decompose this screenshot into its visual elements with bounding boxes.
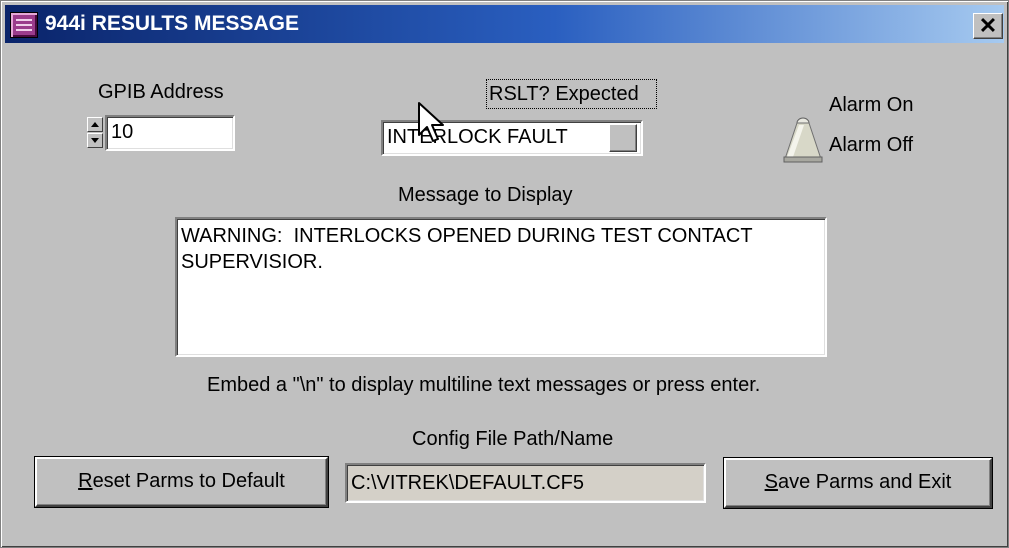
save-parms-exit-button[interactable]: Save Parms and Exit bbox=[724, 458, 992, 508]
save-label: ave Parms and Exit bbox=[777, 471, 952, 493]
multiline-hint: Embed a "\n" to display multiline text m… bbox=[207, 374, 761, 396]
rslt-expected-value: INTERLOCK FAULT bbox=[387, 126, 568, 148]
rslt-expected-label: RSLT? Expected bbox=[489, 83, 639, 105]
message-textarea[interactable]: WARNING: INTERLOCKS OPENED DURING TEST C… bbox=[175, 217, 827, 357]
message-text: WARNING: INTERLOCKS OPENED DURING TEST C… bbox=[181, 225, 758, 273]
alarm-off-label[interactable]: Alarm Off bbox=[829, 133, 913, 157]
dropdown-button[interactable] bbox=[609, 124, 637, 152]
message-label: Message to Display bbox=[398, 184, 573, 206]
app-icon bbox=[10, 12, 38, 38]
title-bar[interactable]: 944i RESULTS MESSAGE ✕ bbox=[5, 5, 1004, 43]
results-message-window: 944i RESULTS MESSAGE ✕ GPIB Address 10 R… bbox=[0, 0, 1009, 548]
config-path-value: C:\VITREK\DEFAULT.CF5 bbox=[351, 472, 585, 494]
close-button[interactable]: ✕ bbox=[973, 13, 1003, 39]
mouse-pointer-icon bbox=[418, 102, 444, 142]
reset-parms-button[interactable]: Reset Parms to Default bbox=[35, 457, 328, 507]
config-path-field[interactable]: C:\VITREK\DEFAULT.CF5 bbox=[345, 463, 706, 503]
alarm-on-label[interactable]: Alarm On bbox=[829, 93, 913, 117]
gpib-address-value: 10 bbox=[111, 121, 134, 143]
config-path-label: Config File Path/Name bbox=[412, 428, 614, 450]
close-icon: ✕ bbox=[978, 13, 998, 38]
spin-down-arrow-icon[interactable] bbox=[87, 133, 103, 148]
window-title: 944i RESULTS MESSAGE bbox=[45, 12, 300, 35]
gpib-address-spinner[interactable] bbox=[87, 117, 103, 149]
alarm-toggle-switch-icon[interactable] bbox=[781, 109, 825, 165]
spin-up-arrow-icon[interactable] bbox=[87, 117, 103, 132]
gpib-address-input[interactable]: 10 bbox=[105, 115, 235, 151]
reset-hotkey: R bbox=[78, 470, 93, 492]
save-hotkey: S bbox=[764, 471, 778, 493]
reset-label: eset Parms to Default bbox=[92, 470, 285, 492]
gpib-address-label: GPIB Address bbox=[98, 81, 224, 103]
